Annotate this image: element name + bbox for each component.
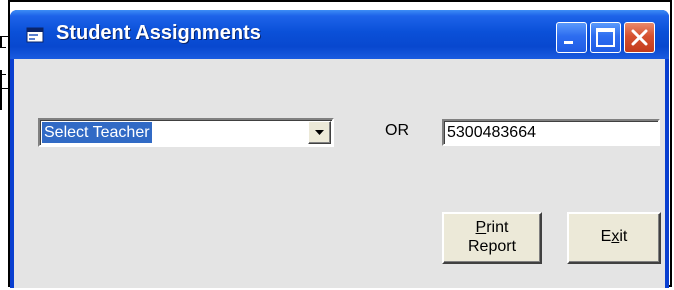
document-edge-mark — [0, 74, 6, 75]
chevron-down-icon — [315, 130, 324, 135]
close-icon — [631, 29, 648, 46]
exit-button[interactable]: Exit — [567, 212, 661, 264]
or-label: OR — [385, 122, 409, 139]
student-id-input[interactable]: 5300483664 — [442, 119, 660, 146]
teacher-select[interactable]: Select Teacher — [38, 118, 334, 147]
screenshot-stage: Student Assignments Select Teacher OR 53… — [0, 0, 674, 290]
print-mnemonic: P — [475, 219, 487, 236]
print-label-rest: rint — [486, 219, 509, 236]
print-report-button[interactable]: Print Report — [442, 212, 542, 264]
teacher-select-dropdown-button[interactable] — [308, 121, 331, 144]
print-report-line2: Report — [467, 238, 517, 255]
document-edge-mark — [0, 70, 2, 110]
close-button[interactable] — [624, 22, 655, 53]
student-assignments-window: Student Assignments Select Teacher OR 53… — [10, 10, 669, 288]
title-bar[interactable]: Student Assignments — [10, 10, 669, 59]
print-report-line1: Print — [444, 218, 540, 237]
exit-label-start: E — [600, 228, 612, 245]
exit-label: Exit — [569, 227, 659, 246]
document-edge-mark — [0, 47, 6, 48]
maximize-icon — [596, 28, 615, 47]
minimize-button[interactable] — [556, 22, 587, 53]
form-client-area: Select Teacher OR 5300483664 Print Repor… — [14, 59, 665, 288]
maximize-button[interactable] — [590, 22, 621, 53]
form-window-icon — [26, 27, 44, 43]
teacher-select-value: Select Teacher — [41, 121, 153, 144]
window-title: Student Assignments — [56, 22, 261, 44]
minimize-icon — [564, 41, 573, 44]
exit-label-end: it — [619, 228, 628, 245]
